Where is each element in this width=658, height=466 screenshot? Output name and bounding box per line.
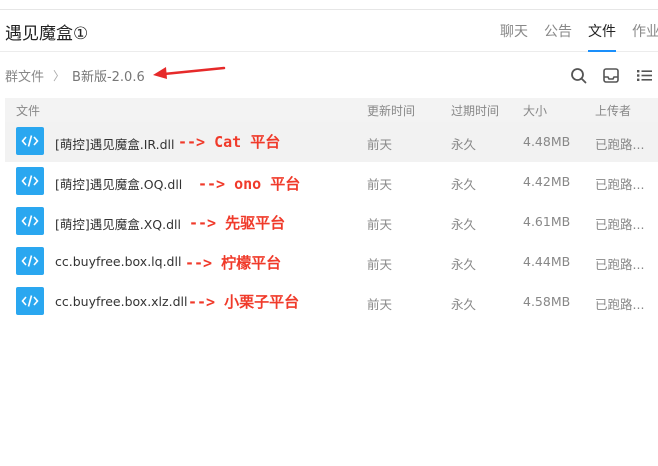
list-view-icon[interactable] bbox=[633, 64, 655, 86]
file-name[interactable]: cc.buyfree.box.lq.dll bbox=[55, 254, 181, 269]
file-size: 4.42MB bbox=[523, 174, 571, 189]
file-expire: 永久 bbox=[451, 217, 477, 232]
file-row[interactable]: [萌控]遇见魔盒.XQ.dll --> 先驱平台 前天 永久 4.61MB 已跑… bbox=[5, 202, 658, 242]
file-list: [萌控]遇见魔盒.IR.dll --> Cat 平台 前天 永久 4.48MB … bbox=[5, 122, 658, 322]
file-name[interactable]: cc.buyfree.box.xlz.dll bbox=[55, 294, 187, 309]
code-file-icon bbox=[16, 167, 44, 195]
breadcrumb-current: B新版-2.0.6 bbox=[72, 70, 145, 85]
search-icon[interactable] bbox=[567, 64, 589, 86]
code-file-icon bbox=[16, 207, 44, 235]
platform-annotation: --> 柠檬平台 bbox=[185, 254, 282, 272]
breadcrumb: 群文件 〉 B新版-2.0.6 bbox=[5, 66, 145, 85]
column-header-updated[interactable]: 更新时间 bbox=[367, 102, 415, 119]
file-size: 4.48MB bbox=[523, 134, 571, 149]
tab-files[interactable]: 文件 bbox=[588, 10, 616, 52]
file-name[interactable]: [萌控]遇见魔盒.IR.dll bbox=[55, 134, 175, 153]
platform-annotation: --> Cat 平台 bbox=[178, 133, 281, 151]
code-file-icon bbox=[16, 287, 44, 315]
group-title: 遇见魔盒① bbox=[5, 24, 89, 44]
column-header-name[interactable]: 文件 bbox=[16, 102, 40, 119]
file-uploader: 已跑路... bbox=[595, 297, 645, 312]
file-name[interactable]: [萌控]遇见魔盒.XQ.dll bbox=[55, 214, 181, 233]
file-uploader: 已跑路... bbox=[595, 257, 645, 272]
file-toolbar bbox=[556, 64, 655, 86]
file-updated: 前天 bbox=[367, 217, 393, 232]
platform-annotation: --> 先驱平台 bbox=[189, 214, 286, 232]
breadcrumb-root[interactable]: 群文件 bbox=[5, 66, 44, 85]
file-uploader: 已跑路... bbox=[595, 217, 645, 232]
code-file-icon bbox=[16, 247, 44, 275]
file-expire: 永久 bbox=[451, 137, 477, 152]
file-updated: 前天 bbox=[367, 257, 393, 272]
red-arrow-annotation bbox=[153, 66, 226, 79]
file-uploader: 已跑路... bbox=[595, 137, 645, 152]
chevron-right-icon: 〉 bbox=[53, 69, 66, 83]
tab-homework[interactable]: 作业 bbox=[632, 10, 658, 52]
code-file-icon bbox=[16, 127, 44, 155]
tab-bar: 聊天 公告 文件 作业 bbox=[500, 10, 658, 52]
tab-chat[interactable]: 聊天 bbox=[500, 10, 528, 52]
file-updated: 前天 bbox=[367, 177, 393, 192]
file-uploader: 已跑路... bbox=[595, 177, 645, 192]
file-updated: 前天 bbox=[367, 297, 393, 312]
tab-announcement[interactable]: 公告 bbox=[544, 10, 572, 52]
file-row[interactable]: [萌控]遇见魔盒.OQ.dll --> ono 平台 前天 永久 4.42MB … bbox=[5, 162, 658, 202]
file-expire: 永久 bbox=[451, 177, 477, 192]
column-header-expire[interactable]: 过期时间 bbox=[451, 102, 499, 119]
file-size: 4.61MB bbox=[523, 214, 571, 229]
group-header: 遇见魔盒① 聊天 公告 文件 作业 bbox=[0, 10, 658, 52]
file-name[interactable]: [萌控]遇见魔盒.OQ.dll bbox=[55, 174, 182, 193]
file-expire: 永久 bbox=[451, 297, 477, 312]
file-table-header: 文件 更新时间 过期时间 大小 上传者 bbox=[5, 98, 658, 122]
file-size: 4.58MB bbox=[523, 294, 571, 309]
file-expire: 永久 bbox=[451, 257, 477, 272]
column-header-uploader[interactable]: 上传者 bbox=[595, 102, 631, 119]
file-row[interactable]: cc.buyfree.box.xlz.dll --> 小栗子平台 前天 永久 4… bbox=[5, 282, 658, 322]
column-header-size[interactable]: 大小 bbox=[523, 102, 547, 119]
file-row[interactable]: [萌控]遇见魔盒.IR.dll --> Cat 平台 前天 永久 4.48MB … bbox=[5, 122, 658, 162]
inbox-icon[interactable] bbox=[600, 64, 622, 86]
file-size: 4.44MB bbox=[523, 254, 571, 269]
file-row[interactable]: cc.buyfree.box.lq.dll --> 柠檬平台 前天 永久 4.4… bbox=[5, 242, 658, 282]
platform-annotation: --> ono 平台 bbox=[198, 175, 301, 193]
file-updated: 前天 bbox=[367, 137, 393, 152]
platform-annotation: --> 小栗子平台 bbox=[188, 293, 300, 311]
